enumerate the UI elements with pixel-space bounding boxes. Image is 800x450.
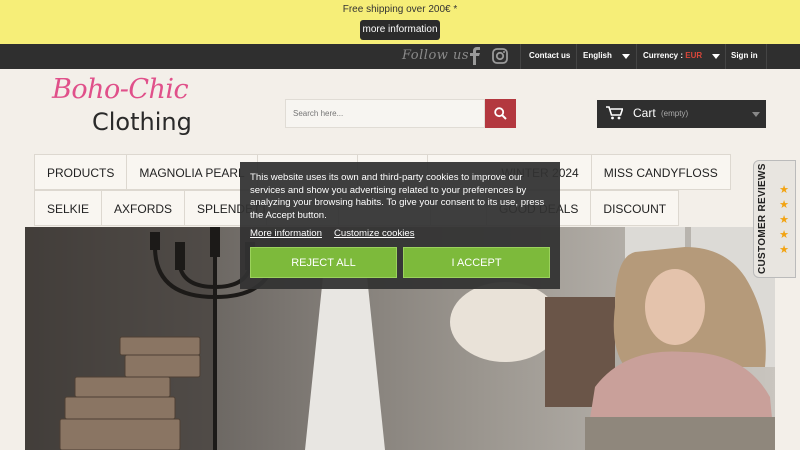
menu-item-discount[interactable]: DISCOUNT <box>591 190 680 226</box>
cookie-message: This website uses its own and third-part… <box>250 172 545 221</box>
star-icon: ★ <box>779 244 789 256</box>
menu-item-products[interactable]: PRODUCTS <box>34 154 128 190</box>
free-shipping-text: Free shipping over 200€ * <box>342 4 458 15</box>
currency-value: EUR <box>685 51 703 60</box>
menu-item-selkie[interactable]: SELKIE <box>34 190 103 226</box>
currency-label: Currency : <box>643 51 684 60</box>
divider <box>766 44 767 69</box>
divider <box>636 44 637 69</box>
star-icon: ★ <box>779 184 789 196</box>
cart-status: (empty) <box>661 109 689 118</box>
top-bar: Follow us Contact us English Currency : … <box>0 44 800 69</box>
accept-button[interactable]: I ACCEPT <box>403 247 550 278</box>
menu-item-miss-candyfloss[interactable]: MISS CANDYFLOSS <box>591 154 731 190</box>
star-icon: ★ <box>779 229 789 241</box>
review-stars: ★ ★ ★ ★ ★ <box>778 183 790 258</box>
language-selector[interactable]: English <box>583 51 612 60</box>
contact-us-link[interactable]: Contact us <box>529 51 570 60</box>
logo-script[interactable]: Boho-Chic <box>52 74 189 105</box>
chevron-down-icon <box>752 112 760 117</box>
cart-label: Cart <box>633 106 656 120</box>
follow-us-label: Follow us <box>402 48 470 63</box>
cart-button[interactable]: Cart (empty) <box>597 100 766 128</box>
menu-item-axfords[interactable]: AXFORDS <box>102 190 186 226</box>
search-icon <box>494 107 507 120</box>
more-information-button[interactable]: more information <box>360 20 440 40</box>
logo-subtitle[interactable]: Clothing <box>92 108 192 136</box>
menu-item-magnolia-pearl[interactable]: MAGNOLIA PEARL <box>127 154 258 190</box>
facebook-icon[interactable] <box>469 47 481 65</box>
chevron-down-icon[interactable] <box>622 54 630 59</box>
instagram-icon[interactable] <box>492 48 508 64</box>
customer-reviews-label: CUSTOMER REVIEWS <box>757 163 768 274</box>
chevron-down-icon[interactable] <box>712 54 720 59</box>
search-box <box>285 99 485 128</box>
cookie-more-information-link[interactable]: More information <box>250 228 322 239</box>
reject-all-button[interactable]: REJECT ALL <box>250 247 397 278</box>
divider <box>725 44 726 69</box>
search-button[interactable] <box>485 99 516 128</box>
divider <box>520 44 521 69</box>
promo-banner: Free shipping over 200€ * more informati… <box>0 0 800 44</box>
star-icon: ★ <box>779 214 789 226</box>
currency-selector[interactable]: Currency : EUR <box>643 51 702 60</box>
shopping-cart-icon <box>606 106 623 120</box>
customize-cookies-link[interactable]: Customize cookies <box>334 228 415 239</box>
star-icon: ★ <box>779 199 789 211</box>
cookie-consent-banner: This website uses its own and third-part… <box>240 162 560 289</box>
divider <box>576 44 577 69</box>
sign-in-link[interactable]: Sign in <box>731 51 758 60</box>
customer-reviews-tab[interactable]: CUSTOMER REVIEWS ★ ★ ★ ★ ★ <box>753 160 796 278</box>
search-input[interactable] <box>286 100 484 127</box>
